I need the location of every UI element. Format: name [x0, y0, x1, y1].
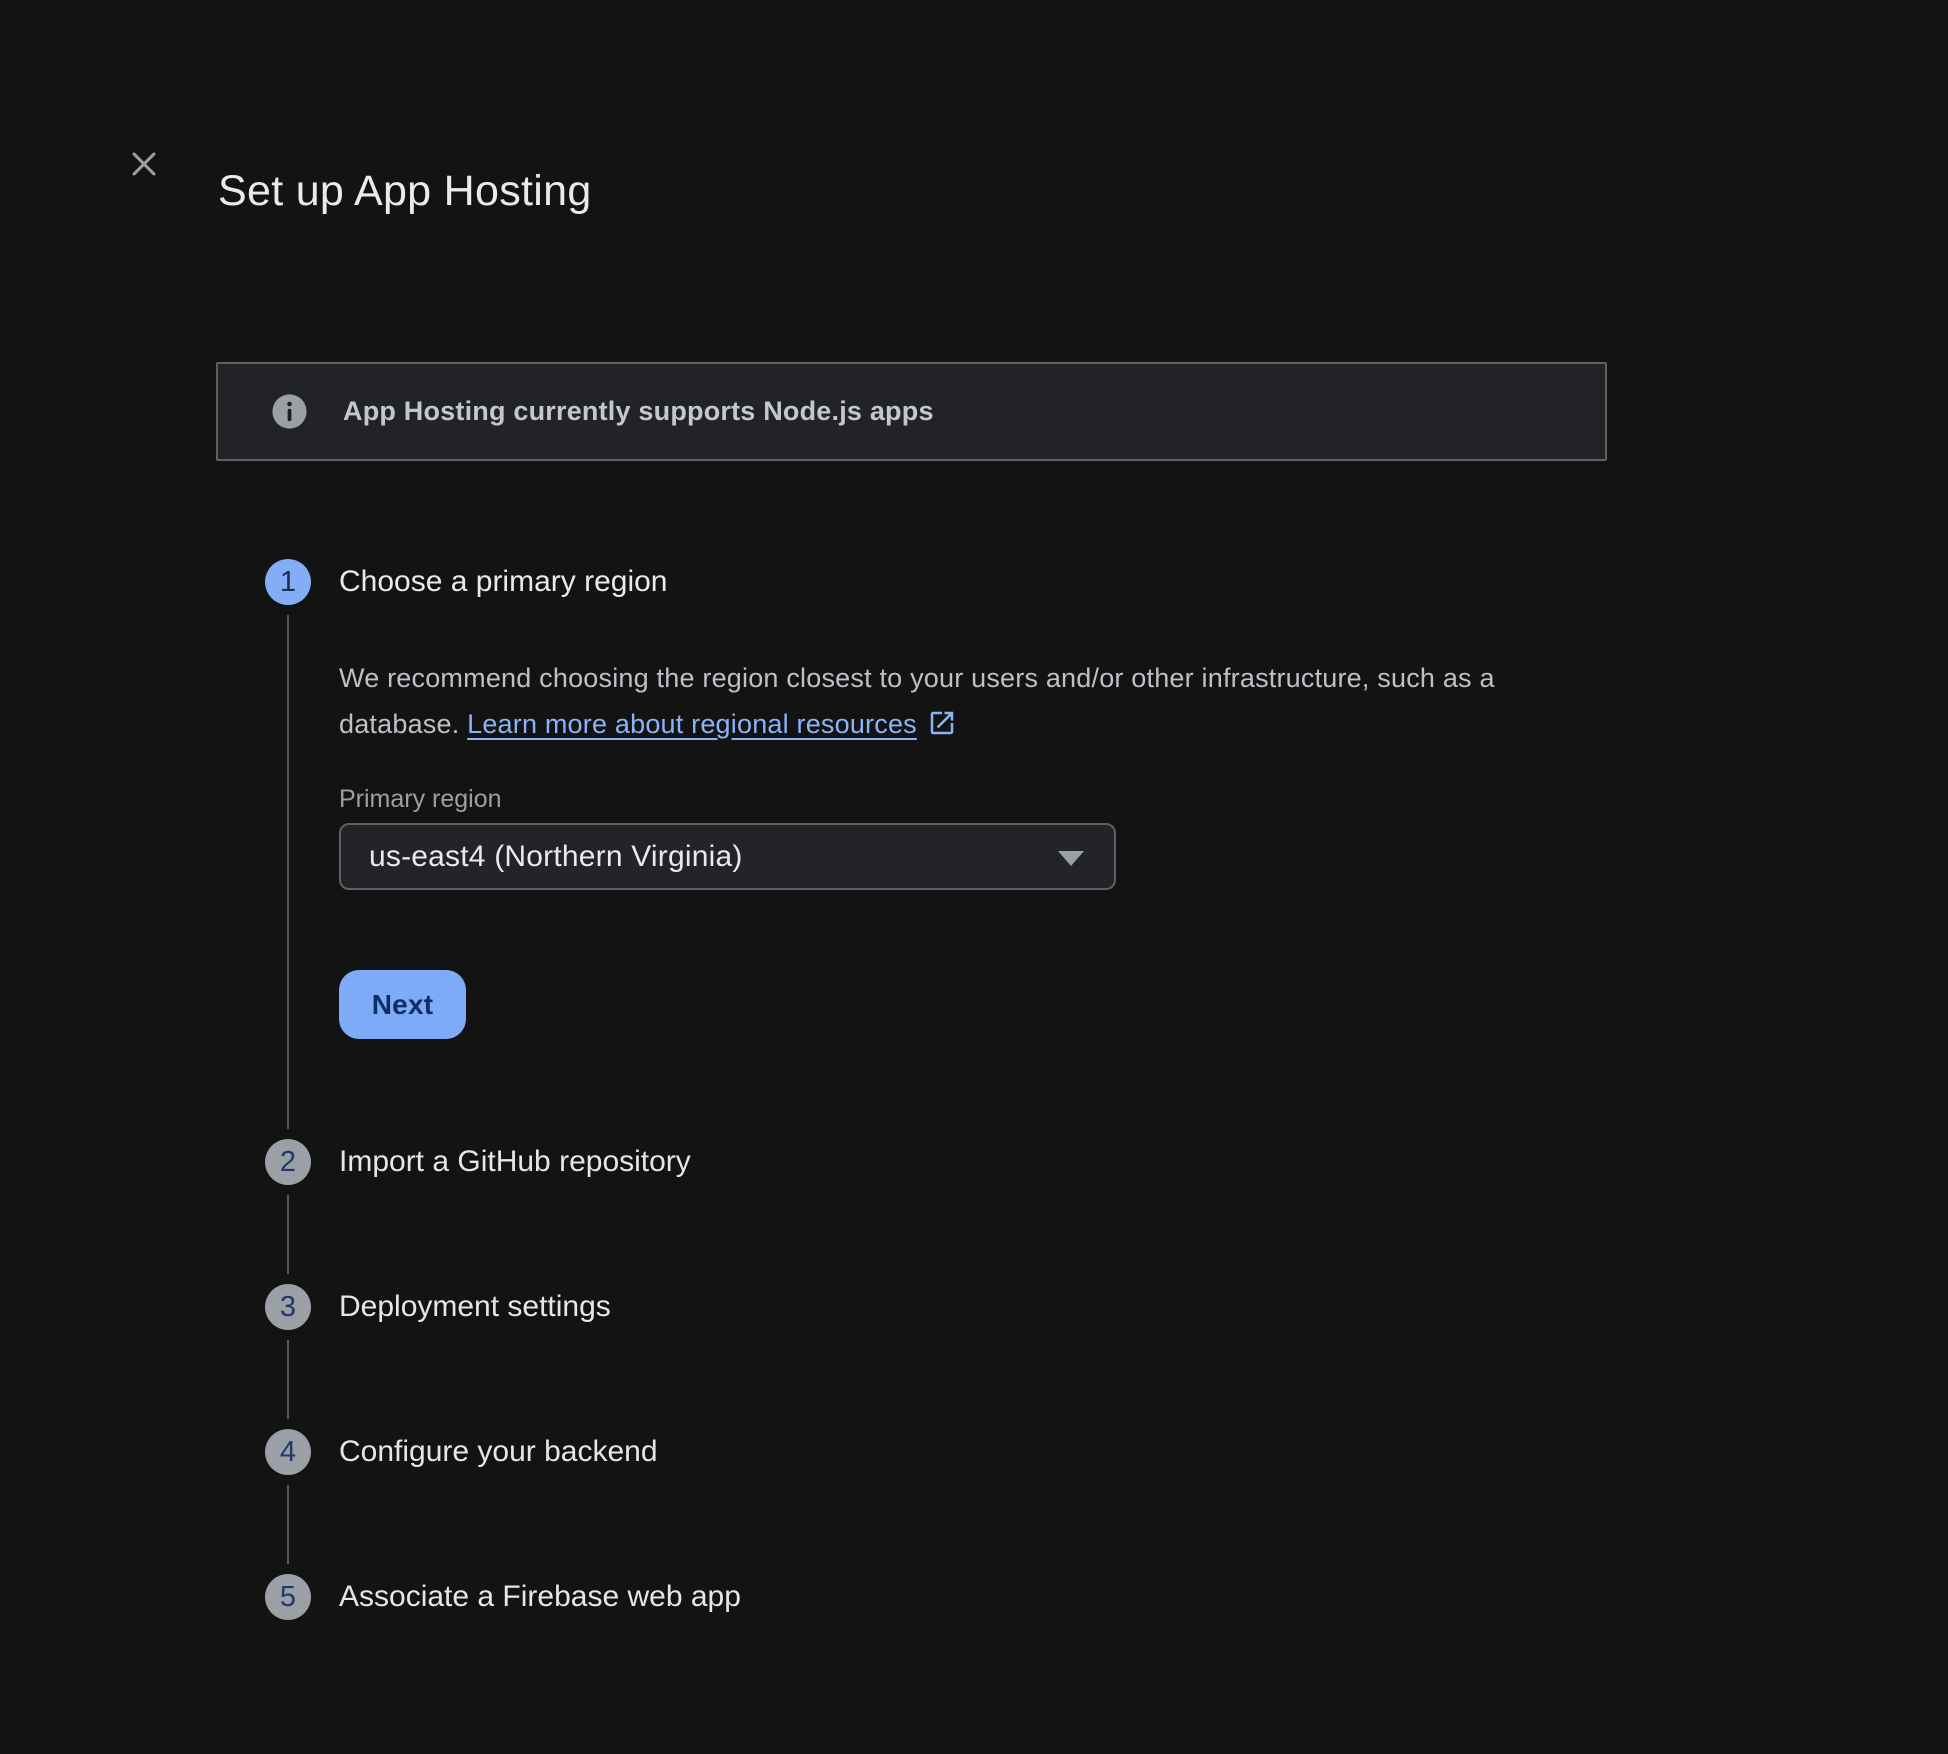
step-connector-line	[287, 615, 289, 1129]
step-connector-line	[287, 1485, 289, 1564]
step-3-title: Deployment settings	[339, 1284, 1607, 1330]
step-2-content: Import a GitHub repository	[339, 1139, 1607, 1284]
step-2-number-badge: 2	[265, 1139, 311, 1185]
open-in-new-icon	[927, 706, 957, 736]
step-associate-firebase-web-app: 5 Associate a Firebase web app	[265, 1574, 1607, 1620]
page-title: Set up App Hosting	[218, 159, 592, 223]
step-1-description: We recommend choosing the region closest…	[339, 655, 1564, 747]
info-icon	[269, 391, 310, 432]
step-5-rail: 5	[265, 1574, 311, 1620]
dialog-body: App Hosting currently supports Node.js a…	[216, 362, 1607, 1620]
step-4-content: Configure your backend	[339, 1429, 1607, 1574]
next-button[interactable]: Next	[339, 970, 466, 1039]
dropdown-arrow-icon	[1058, 851, 1084, 866]
step-2-title: Import a GitHub repository	[339, 1139, 1607, 1185]
step-3-content: Deployment settings	[339, 1284, 1607, 1429]
info-banner: App Hosting currently supports Node.js a…	[216, 362, 1607, 461]
step-4-number-badge: 4	[265, 1429, 311, 1475]
step-1-number-badge: 1	[265, 559, 311, 605]
learn-more-link-label: Learn more about regional resources	[467, 709, 917, 739]
step-4-rail: 4	[265, 1429, 311, 1574]
setup-app-hosting-dialog: Set up App Hosting App Hosting currently…	[0, 0, 1948, 1754]
step-5-content: Associate a Firebase web app	[339, 1574, 1607, 1620]
step-deployment-settings: 3 Deployment settings	[265, 1284, 1607, 1429]
close-icon	[127, 147, 161, 181]
step-choose-primary-region: 1 Choose a primary region We recommend c…	[265, 559, 1607, 1139]
step-3-rail: 3	[265, 1284, 311, 1429]
step-5-title: Associate a Firebase web app	[339, 1574, 1607, 1620]
step-1-title: Choose a primary region	[339, 559, 1607, 605]
setup-stepper: 1 Choose a primary region We recommend c…	[265, 559, 1607, 1620]
primary-region-select[interactable]: us-east4 (Northern Virginia)	[339, 823, 1116, 890]
learn-more-link[interactable]: Learn more about regional resources	[467, 709, 917, 739]
step-1-content: Choose a primary region We recommend cho…	[339, 559, 1607, 1139]
step-4-title: Configure your backend	[339, 1429, 1607, 1475]
step-configure-backend: 4 Configure your backend	[265, 1429, 1607, 1574]
step-2-rail: 2	[265, 1139, 311, 1284]
primary-region-selected-value: us-east4 (Northern Virginia)	[369, 840, 743, 874]
primary-region-label: Primary region	[339, 783, 1607, 815]
step-connector-line	[287, 1340, 289, 1419]
step-5-number-badge: 5	[265, 1574, 311, 1620]
close-button[interactable]	[116, 136, 172, 192]
step-1-rail: 1	[265, 559, 311, 1139]
step-3-number-badge: 3	[265, 1284, 311, 1330]
step-connector-line	[287, 1195, 289, 1274]
step-import-github-repository: 2 Import a GitHub repository	[265, 1139, 1607, 1284]
banner-text: App Hosting currently supports Node.js a…	[343, 396, 934, 427]
